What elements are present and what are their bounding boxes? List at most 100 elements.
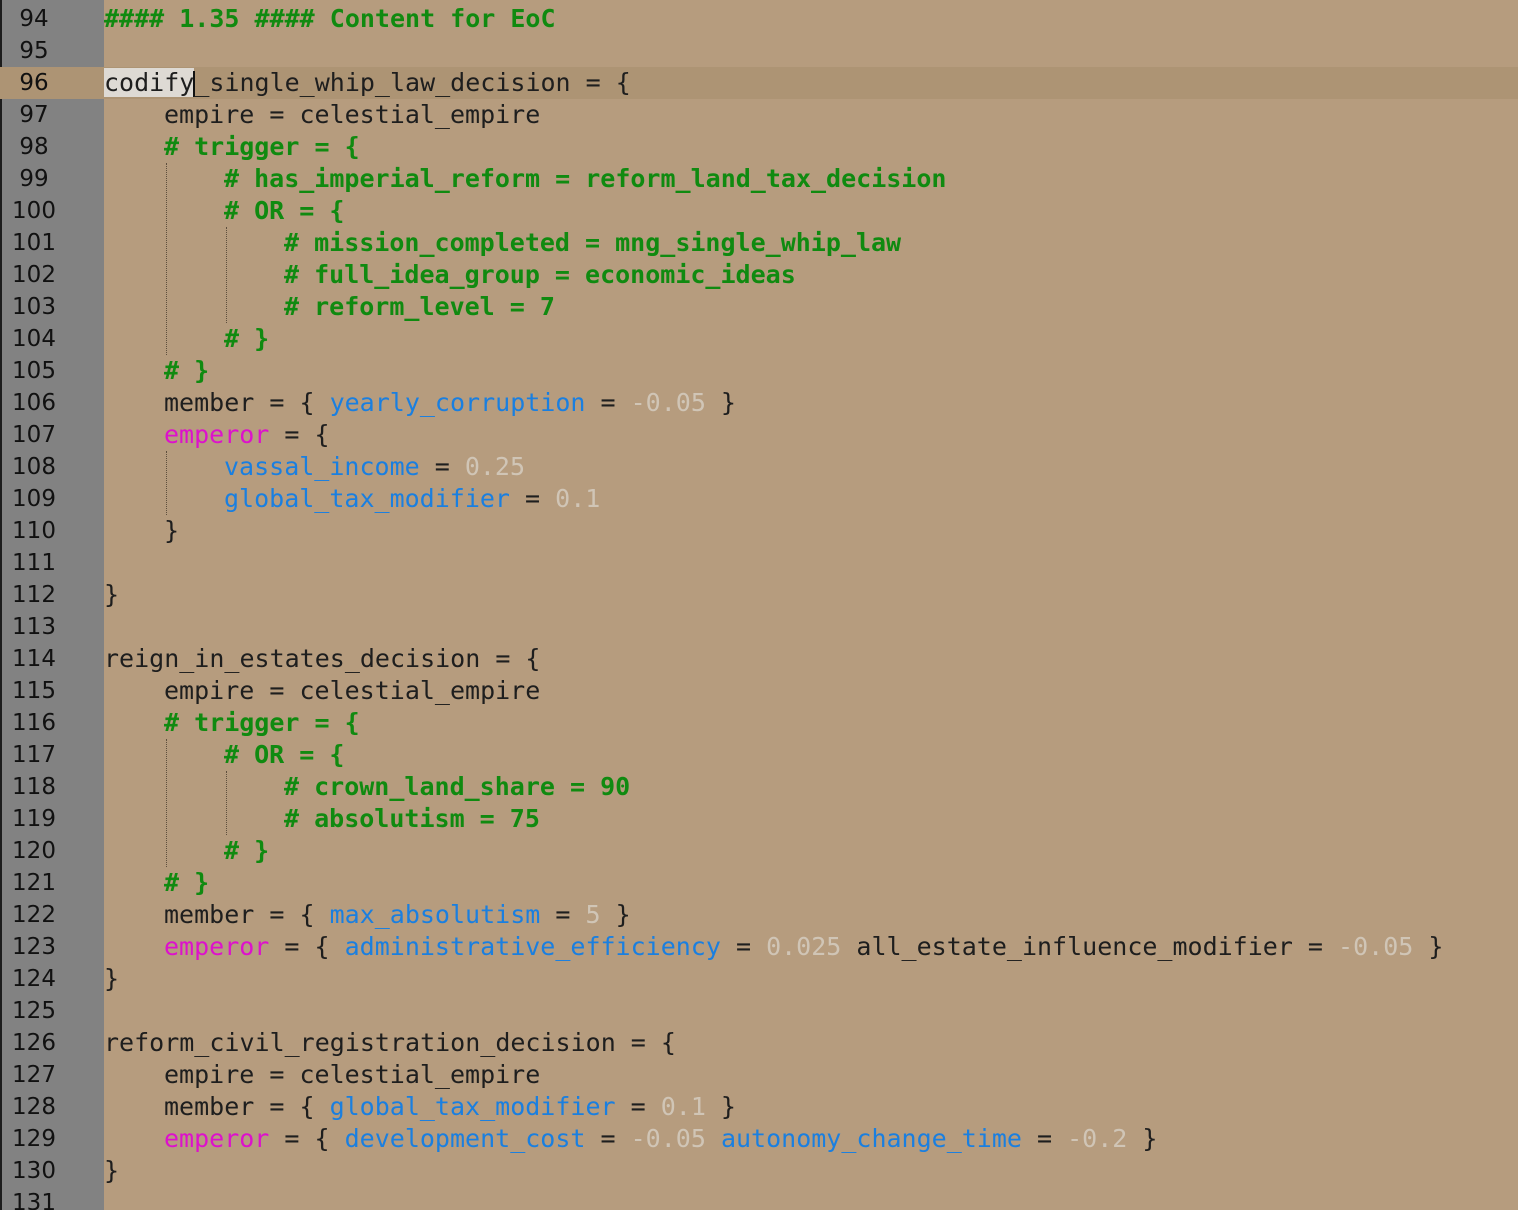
comment-token: # full_idea_group = economic_ideas — [284, 260, 796, 289]
line-code[interactable]: member = { global_tax_modifier = 0.1 } — [104, 1091, 736, 1123]
code-line[interactable]: 129 emperor = { development_cost = -0.05 … — [0, 1123, 1518, 1155]
code-line[interactable]: 110} — [0, 515, 1518, 547]
line-code[interactable]: # mission_completed = mng_single_whip_la… — [104, 227, 901, 259]
code-line[interactable]: 128 member = { global_tax_modifier = 0.1 … — [0, 1091, 1518, 1123]
code-line[interactable]: 104 # } — [0, 323, 1518, 355]
line-code[interactable]: # } — [104, 867, 209, 899]
code-line[interactable]: 101 # mission_completed = mng_single_whip… — [0, 227, 1518, 259]
line-code[interactable]: # OR = { — [104, 739, 344, 771]
code-line[interactable]: 123 emperor = { administrative_efficiency… — [0, 931, 1518, 963]
modifier-token: yearly_corruption — [329, 388, 586, 417]
code-line[interactable]: 124} — [0, 963, 1518, 995]
code-line[interactable]: 112} — [0, 579, 1518, 611]
code-line[interactable]: 125 — [0, 995, 1518, 1027]
comment-token: # has_imperial_reform = reform_land_tax_… — [224, 164, 947, 193]
line-code[interactable]: # trigger = { — [104, 707, 360, 739]
line-code[interactable]: empire = celestial_empire — [104, 1059, 540, 1091]
code-line[interactable]: 126 reform_civil_registration_decision = … — [0, 1027, 1518, 1059]
line-code[interactable]: } — [104, 963, 119, 995]
line-code[interactable]: # } — [104, 835, 269, 867]
line-code[interactable]: # } — [104, 323, 269, 355]
text-token: } — [164, 516, 180, 545]
code-line[interactable]: 97 empire = celestial_empire — [0, 99, 1518, 131]
line-code[interactable]: # has_imperial_reform = reform_land_tax_… — [104, 163, 946, 195]
number-token: -0.05 — [1338, 932, 1414, 961]
selected-text: codify — [104, 68, 195, 97]
code-line[interactable]: 113 — [0, 611, 1518, 643]
line-code[interactable]: reform_civil_registration_decision = { — [104, 1027, 676, 1059]
line-number: 127 — [12, 1062, 56, 1088]
line-code[interactable]: # crown_land_share = 90 — [104, 771, 630, 803]
code-line[interactable]: 111 — [0, 547, 1518, 579]
comment-token: # trigger = { — [164, 132, 360, 161]
line-code[interactable]: emperor = { administrative_efficiency = … — [104, 931, 1443, 963]
code-line[interactable]: 116 # trigger = { — [0, 707, 1518, 739]
modifier-token: max_absolutism — [329, 900, 541, 929]
line-number: 113 — [12, 614, 56, 640]
code-line[interactable]: 107 emperor = { — [0, 419, 1518, 451]
code-line[interactable]: 95 — [0, 35, 1518, 67]
code-line[interactable]: 117 # OR = { — [0, 739, 1518, 771]
line-number: 131 — [12, 1190, 56, 1210]
line-code[interactable]: # OR = { — [104, 195, 344, 227]
line-code[interactable]: empire = celestial_empire — [104, 99, 540, 131]
line-code[interactable]: } — [104, 1155, 119, 1187]
code-line[interactable]: 99 # has_imperial_reform = reform_land_ta… — [0, 163, 1518, 195]
line-code[interactable]: vassal_income = 0.25 — [104, 451, 525, 483]
line-code[interactable]: reign_in_estates_decision = { — [104, 643, 541, 675]
code-line[interactable]: 115 empire = celestial_empire — [0, 675, 1518, 707]
line-code[interactable]: } — [104, 515, 179, 547]
line-code[interactable]: # absolutism = 75 — [104, 803, 540, 835]
indent-guide — [226, 227, 227, 323]
text-token: member = { — [164, 388, 330, 417]
line-code[interactable]: emperor = { — [104, 419, 330, 451]
line-number: 116 — [12, 710, 56, 736]
line-code[interactable]: } — [104, 579, 119, 611]
comment-token: # OR = { — [224, 740, 345, 769]
code-line[interactable]: 108 vassal_income = 0.25 — [0, 451, 1518, 483]
code-line[interactable]: 105 # } — [0, 355, 1518, 387]
line-code[interactable]: empire = celestial_empire — [104, 675, 540, 707]
line-code[interactable]: # } — [104, 355, 209, 387]
code-line[interactable]: 98 # trigger = { — [0, 131, 1518, 163]
comment-token: # mission_completed = mng_single_whip_la… — [284, 228, 902, 257]
text-token: = { — [269, 932, 345, 961]
code-line[interactable]: 119 # absolutism = 75 — [0, 803, 1518, 835]
comment-token: # absolutism = 75 — [284, 804, 540, 833]
number-token: -0.05 — [630, 1124, 706, 1153]
code-line[interactable]: 96 codify_single_whip_law_decision = { — [0, 67, 1518, 99]
keyword-token: emperor — [164, 932, 270, 961]
line-code[interactable]: member = { yearly_corruption = -0.05 } — [104, 387, 736, 419]
code-line[interactable]: 130} — [0, 1155, 1518, 1187]
line-code[interactable]: codify_single_whip_law_decision = { — [104, 67, 631, 99]
code-line[interactable]: 120 # } — [0, 835, 1518, 867]
comment-token: # reform_level = 7 — [284, 292, 555, 321]
code-line[interactable]: 106 member = { yearly_corruption = -0.05 … — [0, 387, 1518, 419]
line-code[interactable]: #### 1.35 #### Content for EoC — [104, 3, 556, 35]
code-line[interactable]: 94 #### 1.35 #### Content for EoC — [0, 3, 1518, 35]
text-token: = — [585, 388, 631, 417]
line-code[interactable]: global_tax_modifier = 0.1 — [104, 483, 600, 515]
indent-guide — [166, 739, 167, 867]
code-line[interactable]: 109 global_tax_modifier = 0.1 — [0, 483, 1518, 515]
code-editor[interactable]: 94 #### 1.35 #### Content for EoC 95 96 codi… — [0, 0, 1518, 1210]
code-line[interactable]: 131 — [0, 1187, 1518, 1210]
code-line[interactable]: 100 # OR = { — [0, 195, 1518, 227]
line-number: 107 — [12, 422, 56, 448]
line-code[interactable]: # full_idea_group = economic_ideas — [104, 259, 796, 291]
code-line[interactable]: 122 member = { max_absolutism = 5 } — [0, 899, 1518, 931]
code-line[interactable]: 118 # crown_land_share = 90 — [0, 771, 1518, 803]
line-code[interactable]: # trigger = { — [104, 131, 360, 163]
text-token: empire = celestial_empire — [164, 676, 541, 705]
line-number: 104 — [12, 326, 56, 352]
code-line[interactable]: 102 # full_idea_group = economic_ideas — [0, 259, 1518, 291]
line-code[interactable]: emperor = { development_cost = -0.05 aut… — [104, 1123, 1157, 1155]
code-line[interactable]: 121 # } — [0, 867, 1518, 899]
line-code[interactable]: member = { max_absolutism = 5 } — [104, 899, 631, 931]
code-line[interactable]: 114 reign_in_estates_decision = { — [0, 643, 1518, 675]
line-number: 121 — [12, 870, 56, 896]
code-line[interactable]: 103 # reform_level = 7 — [0, 291, 1518, 323]
line-code[interactable]: # reform_level = 7 — [104, 291, 555, 323]
code-line[interactable]: 127 empire = celestial_empire — [0, 1059, 1518, 1091]
text-token: all_estate_influence_modifier = — [841, 932, 1339, 961]
